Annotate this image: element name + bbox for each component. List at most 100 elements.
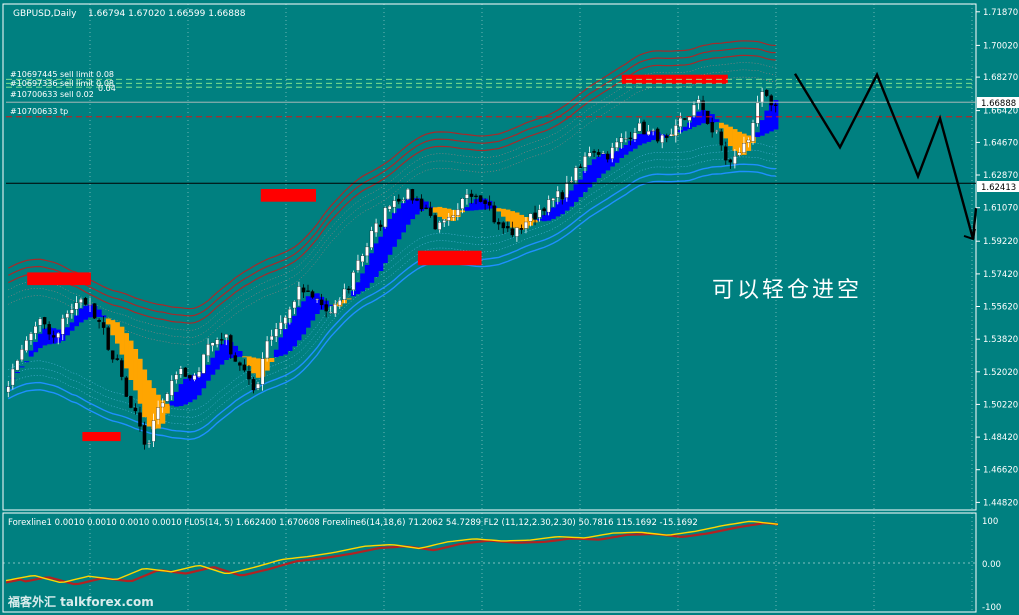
candle-body [315,298,319,300]
ribbon-segment [719,122,724,129]
candle-body [537,209,542,218]
ribbon-segment [591,159,597,183]
candle-body [47,324,51,335]
ribbon-segment [369,253,375,283]
ribbon-segment [755,132,761,137]
price-tick-label: 1.53820 [983,335,1018,345]
price-tick-label: 1.50220 [983,400,1018,410]
chart-symbol: GBPUSD,Daily [13,9,77,19]
candle-body [188,375,192,379]
candle-body [160,402,165,408]
ribbon-segment [273,349,279,358]
candle-body [215,339,219,345]
candle-body [151,420,156,442]
price-tick-label: 1.70020 [983,41,1018,51]
candle-body [297,286,301,300]
ribbon-segment [469,203,475,211]
candle-body [20,349,24,361]
candle-body [746,139,751,143]
candle-body [328,311,333,314]
ribbon-segment [278,337,284,356]
candle-body [610,147,615,159]
ribbon-segment [382,227,388,263]
candle-body [760,91,764,103]
candle-body [201,354,206,374]
candle-body [133,407,138,412]
ribbon-segment [292,315,297,347]
ribbon-segment [596,156,602,178]
candle-body [392,200,397,208]
ribbon-segment [373,243,379,277]
ribbon-segment [246,356,252,367]
trading-chart[interactable]: 1.718701.700201.682701.664201.646701.628… [0,0,1019,615]
candle-body [142,425,147,445]
candle-body [565,182,569,198]
candle-body [70,309,74,314]
ribbon-segment [119,326,125,355]
ribbon-segment [19,366,25,368]
ribbon-segment [732,129,738,151]
candle-body [460,198,465,209]
ribbon-segment [355,282,361,295]
candle-body [415,198,419,201]
candle-body [583,156,587,168]
candle-body [65,313,70,318]
candle-body [447,217,451,221]
ribbon-segment [124,333,129,369]
candle-body [269,335,274,341]
candle-body [351,272,356,291]
candle-body [724,146,728,161]
candle-body [665,135,669,138]
candle-body [51,335,56,338]
ribbon-segment [42,328,48,346]
ribbon-segment [201,371,207,389]
chinese-annotation: 可以轻仓进空 [712,278,862,303]
ribbon-segment [287,322,293,351]
ribbon-segment [364,265,370,288]
ribbon-segment [396,208,402,240]
candle-body [383,207,387,228]
candle-body [683,118,687,120]
candle-body [737,152,742,156]
candle-body [410,189,415,201]
candle-body [496,221,501,225]
price-tick-label: 1.59220 [983,237,1018,247]
candle-body [705,110,710,125]
candle-body [556,190,560,198]
ribbon-segment [405,199,411,225]
zone-rect [82,432,121,442]
candle-body [288,308,292,319]
candle-body [365,246,369,257]
candle-body [397,198,401,202]
candle-body [347,288,351,290]
candle-body [424,207,428,210]
candle-body [124,377,129,397]
ribbon-segment [305,296,311,328]
ribbon-segment [514,212,520,229]
candle-body [61,318,65,335]
candle-body [728,159,733,163]
candle-body [596,152,601,155]
candle-body [6,386,11,393]
ribbon-segment [582,171,588,193]
ribbon-segment [83,305,89,320]
candle-body [433,215,437,230]
candle-body [492,205,496,223]
ribbon-segment [242,356,247,358]
candle-body [174,374,179,380]
ribbon-segment [65,327,70,336]
ribbon-segment [550,207,556,219]
candle-body [483,200,487,204]
candle-body [129,395,133,408]
candle-body [692,104,696,116]
ribbon-segment [578,179,584,198]
price-tick-label: 1.46620 [983,466,1018,476]
ribbon-segment [96,309,102,317]
candle-body [733,156,737,165]
ribbon-segment [641,133,647,144]
ribbon-segment [237,351,243,357]
ribbon-segment [623,145,629,155]
candle-body [437,222,442,230]
candle-body [274,328,278,337]
candle-body [74,302,79,310]
